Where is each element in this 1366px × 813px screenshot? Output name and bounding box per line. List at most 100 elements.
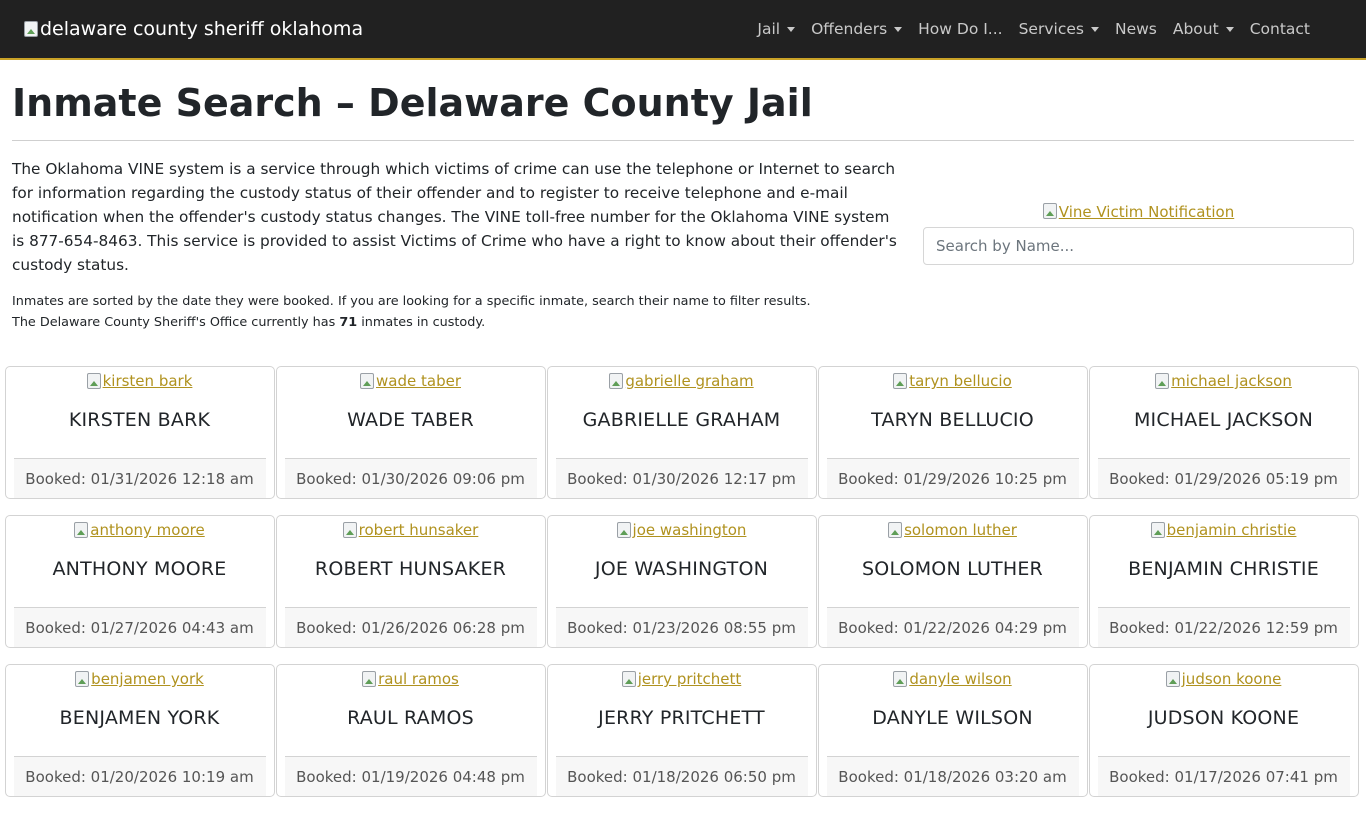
inmate-card[interactable]: taryn bellucio TARYN BELLUCIO Booked: 01/2… bbox=[817, 366, 1088, 499]
inmate-photo-link[interactable]: jerry pritchett bbox=[621, 669, 741, 689]
nav-item-jail[interactable]: Jail bbox=[749, 20, 803, 38]
inmate-photo-link[interactable]: anthony moore bbox=[74, 520, 205, 540]
inmate-photo-link[interactable]: solomon luther bbox=[888, 520, 1017, 540]
inmate-photo-alt-text: joe washington bbox=[632, 521, 747, 539]
booked-date: Booked: 01/22/2026 04:29 pm bbox=[826, 607, 1079, 647]
booked-date: Booked: 01/29/2026 05:19 pm bbox=[1097, 458, 1350, 498]
inmate-photo-link[interactable]: judson koone bbox=[1165, 669, 1282, 689]
main-nav-menu: Jail Offenders How Do I... Services News Abou… bbox=[749, 20, 1318, 38]
caret-down-icon bbox=[894, 26, 903, 32]
nav-item-label: How Do I... bbox=[918, 20, 1003, 38]
inmate-card[interactable]: benjamin christie BENJAMIN CHRISTIE Booked… bbox=[1088, 515, 1359, 648]
inmate-card[interactable]: benjamen york BENJAMEN YORK Booked: 01/20/… bbox=[4, 664, 275, 797]
broken-image-icon bbox=[1165, 671, 1180, 687]
inmate-photo-link[interactable]: wade taber bbox=[360, 371, 461, 391]
nav-item-about[interactable]: About bbox=[1165, 20, 1242, 38]
inmate-photo-link[interactable]: kirsten bark bbox=[86, 371, 193, 391]
nav-item-label: Jail bbox=[757, 20, 781, 38]
broken-image-icon bbox=[74, 522, 89, 538]
booked-date: Booked: 01/19/2026 04:48 pm bbox=[284, 756, 537, 796]
inmate-photo-alt-text: judson koone bbox=[1181, 670, 1282, 688]
booked-date: Booked: 01/30/2026 09:06 pm bbox=[284, 458, 537, 498]
inmate-photo-alt-text: robert hunsaker bbox=[358, 521, 479, 539]
nav-item-label: About bbox=[1172, 20, 1219, 38]
booked-date: Booked: 01/23/2026 08:55 pm bbox=[555, 607, 808, 647]
broken-image-icon bbox=[75, 671, 90, 687]
inmate-photo-link[interactable]: robert hunsaker bbox=[342, 520, 479, 540]
inmate-photo-alt-text: solomon luther bbox=[904, 521, 1017, 539]
page-title: Inmate Search – Delaware County Jail bbox=[12, 80, 1354, 141]
broken-image-icon bbox=[893, 671, 908, 687]
inmate-photo-alt-text: gabrielle graham bbox=[625, 372, 754, 390]
top-navbar: delaware county sheriff oklahoma Jail Off… bbox=[0, 0, 1366, 60]
inmate-name: MICHAEL JACKSON bbox=[1133, 409, 1314, 431]
inmate-card[interactable]: solomon luther SOLOMON LUTHER Booked: 01/2… bbox=[817, 515, 1088, 648]
booked-date: Booked: 01/26/2026 06:28 pm bbox=[284, 607, 537, 647]
inmate-name: RAUL RAMOS bbox=[347, 707, 474, 729]
inmate-photo-link[interactable]: benjamen york bbox=[75, 669, 204, 689]
inmate-photo-link[interactable]: joe washington bbox=[616, 520, 747, 540]
inmate-photo-link[interactable]: raul ramos bbox=[362, 669, 459, 689]
nav-item-news[interactable]: News bbox=[1107, 20, 1165, 38]
inmate-sort-note: Inmates are sorted by the date they were… bbox=[12, 291, 897, 333]
inmate-card[interactable]: judson koone JUDSON KOONE Booked: 01/17/20… bbox=[1088, 664, 1359, 797]
inmate-photo-link[interactable]: gabrielle graham bbox=[609, 371, 754, 391]
sort-note-text: Inmates are sorted by the date they were… bbox=[12, 294, 811, 309]
inmate-name: WADE TABER bbox=[347, 409, 474, 431]
search-by-name-input[interactable] bbox=[923, 227, 1354, 265]
booked-date: Booked: 01/22/2026 12:59 pm bbox=[1097, 607, 1350, 647]
inmate-photo-alt-text: benjamen york bbox=[91, 670, 204, 688]
broken-image-icon bbox=[621, 671, 636, 687]
inmate-photo-alt-text: michael jackson bbox=[1171, 372, 1292, 390]
inmate-photo-link[interactable]: benjamin christie bbox=[1150, 520, 1296, 540]
inmate-card[interactable]: anthony moore ANTHONY MOORE Booked: 01/27/… bbox=[4, 515, 275, 648]
booked-date: Booked: 01/18/2026 03:20 am bbox=[826, 756, 1079, 796]
booked-date: Booked: 01/30/2026 12:17 pm bbox=[555, 458, 808, 498]
broken-image-icon bbox=[1042, 203, 1057, 219]
nav-item-label: Contact bbox=[1249, 20, 1310, 38]
main-content: Inmate Search – Delaware County Jail The… bbox=[0, 80, 1366, 813]
inmate-card[interactable]: jerry pritchett JERRY PRITCHETT Booked: 01… bbox=[546, 664, 817, 797]
inmate-name: SOLOMON LUTHER bbox=[862, 558, 1043, 580]
broken-image-icon bbox=[888, 522, 903, 538]
inmate-card[interactable]: kirsten bark KIRSTEN BARK Booked: 01/31/20… bbox=[4, 366, 275, 499]
broken-image-icon bbox=[24, 21, 38, 37]
inmate-card[interactable]: gabrielle graham GABRIELLE GRAHAM Booked: … bbox=[546, 366, 817, 499]
inmate-photo-link[interactable]: michael jackson bbox=[1155, 371, 1292, 391]
count-suffix: inmates in custody. bbox=[361, 315, 486, 330]
inmate-card[interactable]: michael jackson MICHAEL JACKSON Booked: 01… bbox=[1088, 366, 1359, 499]
inmate-photo-link[interactable]: taryn bellucio bbox=[893, 371, 1012, 391]
site-logo-alt-text: delaware county sheriff oklahoma bbox=[40, 18, 364, 40]
inmate-name: JERRY PRITCHETT bbox=[598, 707, 765, 729]
broken-image-icon bbox=[360, 373, 375, 389]
inmate-name: DANYLE WILSON bbox=[872, 707, 1033, 729]
inmate-photo-alt-text: wade taber bbox=[376, 372, 461, 390]
inmate-card[interactable]: robert hunsaker ROBERT HUNSAKER Booked: 01… bbox=[275, 515, 546, 648]
site-logo-link[interactable]: delaware county sheriff oklahoma bbox=[24, 15, 363, 43]
nav-item-contact[interactable]: Contact bbox=[1242, 20, 1318, 38]
booked-date: Booked: 01/31/2026 12:18 am bbox=[13, 458, 266, 498]
vine-description: The Oklahoma VINE system is a service th… bbox=[12, 160, 897, 274]
booked-date: Booked: 01/17/2026 07:41 pm bbox=[1097, 756, 1350, 796]
inmate-card[interactable]: raul ramos RAUL RAMOS Booked: 01/19/2026 0… bbox=[275, 664, 546, 797]
inmate-photo-alt-text: taryn bellucio bbox=[909, 372, 1012, 390]
inmate-card[interactable]: danyle wilson DANYLE WILSON Booked: 01/18/… bbox=[817, 664, 1088, 797]
nav-item-services[interactable]: Services bbox=[1011, 20, 1107, 38]
caret-down-icon bbox=[1090, 26, 1099, 32]
inmate-count: 71 bbox=[339, 315, 358, 330]
caret-down-icon bbox=[787, 26, 796, 32]
booked-date: Booked: 01/29/2026 10:25 pm bbox=[826, 458, 1079, 498]
vine-alt-text: Vine Victim Notification bbox=[1058, 203, 1235, 221]
inmate-photo-alt-text: raul ramos bbox=[378, 670, 459, 688]
nav-item-offenders[interactable]: Offenders bbox=[803, 20, 910, 38]
inmate-card[interactable]: wade taber WADE TABER Booked: 01/30/2026 0… bbox=[275, 366, 546, 499]
inmate-card[interactable]: joe washington JOE WASHINGTON Booked: 01/2… bbox=[546, 515, 817, 648]
broken-image-icon bbox=[86, 373, 101, 389]
inmate-photo-alt-text: kirsten bark bbox=[102, 372, 193, 390]
nav-item-how-do-i[interactable]: How Do I... bbox=[910, 20, 1010, 38]
caret-down-icon bbox=[1225, 26, 1234, 32]
inmate-name: JUDSON KOONE bbox=[1147, 707, 1300, 729]
inmate-photo-link[interactable]: danyle wilson bbox=[893, 669, 1012, 689]
inmate-name: GABRIELLE GRAHAM bbox=[582, 409, 781, 431]
vine-notification-link[interactable]: Vine Victim Notification bbox=[923, 203, 1354, 221]
